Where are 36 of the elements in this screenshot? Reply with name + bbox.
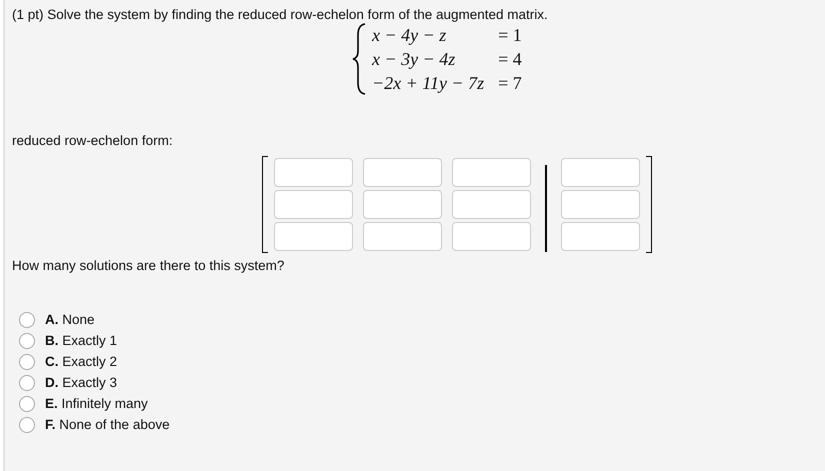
matrix-entry-field[interactable]: [274, 190, 353, 219]
left-bracket-icon: [262, 156, 268, 253]
left-brace-icon: [352, 23, 366, 95]
matrix-entry-field[interactable]: [363, 158, 442, 187]
question-text: How many solutions are there to this system?: [12, 258, 286, 273]
matrix-entry-field[interactable]: [363, 190, 442, 219]
matrix-entry-field[interactable]: [561, 158, 640, 187]
option-label: F. None of the above: [45, 417, 170, 432]
equation-left-side: −2x + 11y − 7z: [372, 72, 484, 95]
matrix-entry-field[interactable]: [452, 222, 531, 251]
radio-button[interactable]: [19, 312, 35, 328]
matrix-entry-field[interactable]: [363, 222, 442, 251]
radio-button[interactable]: [19, 416, 35, 432]
equation-left-side: x − 4y − z: [372, 24, 448, 47]
radio-button[interactable]: [19, 354, 35, 370]
radio-button[interactable]: [19, 396, 35, 412]
right-bracket-icon: [646, 156, 652, 253]
matrix-entry-field[interactable]: [561, 222, 640, 251]
problem-prompt: (1 pt) Solve the system by finding the reduced row-echelon form of the augmented matrix.: [12, 7, 549, 22]
equation-left-side: x − 3y − 4z: [372, 48, 456, 71]
matrix-entry-field[interactable]: [274, 158, 353, 187]
equation-right-side: = 4: [498, 48, 522, 71]
matrix-entry-field[interactable]: [561, 190, 640, 219]
option-label: A. None: [45, 312, 95, 327]
option-label: D. Exactly 3: [45, 375, 118, 390]
radio-button[interactable]: [19, 332, 35, 348]
radio-button[interactable]: [19, 374, 35, 390]
option-label: E. Infinitely many: [45, 396, 148, 411]
matrix-entry-field[interactable]: [452, 190, 531, 219]
matrix-entry-field[interactable]: [452, 158, 531, 187]
equation-right-side: = 1: [498, 24, 522, 47]
option-label: C. Exactly 2: [45, 354, 118, 369]
equation-right-side: = 7: [498, 72, 522, 95]
matrix-entry-field[interactable]: [274, 222, 353, 251]
matrix-label: reduced row-echelon form:: [12, 133, 174, 148]
option-label: B. Exactly 1: [45, 333, 118, 348]
